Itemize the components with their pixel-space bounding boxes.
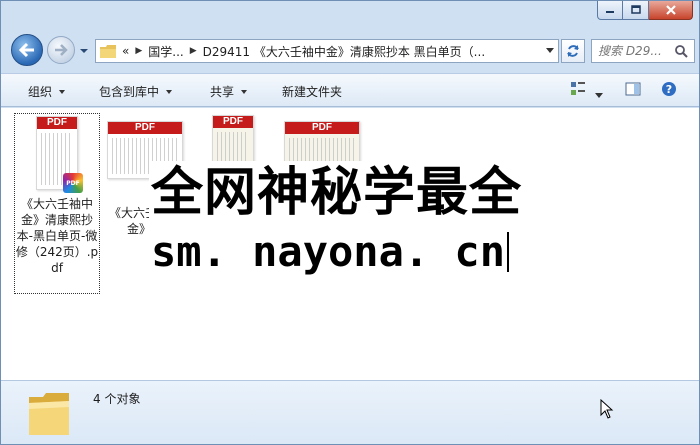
pdf-label: PDF: [213, 116, 253, 128]
breadcrumb-separator-icon[interactable]: ▶: [135, 46, 142, 56]
pdf-thumbnail: PDF PDF: [36, 116, 83, 193]
folder-icon: [100, 44, 116, 58]
dropdown-arrow-icon: [166, 89, 173, 94]
address-dropdown-icon[interactable]: [546, 48, 554, 53]
organize-menu[interactable]: 组织: [28, 83, 66, 100]
refresh-icon: [567, 45, 579, 57]
refresh-button[interactable]: [561, 39, 585, 63]
maximize-icon: [630, 5, 641, 14]
minimize-button[interactable]: [597, 1, 623, 20]
svg-text:?: ?: [666, 83, 672, 96]
new-folder-label: 新建文件夹: [282, 85, 343, 99]
preview-pane-icon: [625, 82, 641, 96]
organize-label: 组织: [28, 85, 53, 99]
forward-arrow-icon: [55, 44, 68, 56]
details-pane: 4 个对象: [1, 380, 699, 444]
maximize-button[interactable]: [623, 1, 649, 20]
folder-icon: [27, 389, 71, 440]
pdf-label: PDF: [285, 122, 359, 134]
search-input[interactable]: [598, 44, 670, 58]
include-in-library-menu[interactable]: 包含到库中: [99, 83, 173, 100]
forward-button[interactable]: [47, 36, 75, 64]
search-icon[interactable]: [674, 44, 688, 58]
item-count: 4 个对象: [93, 392, 141, 406]
caption-buttons: [597, 1, 693, 21]
navigation-row: « ▶ 国学... ▶ D29411 《大六壬袖中金》清康熙抄本 黑白单页（..…: [7, 31, 695, 66]
dropdown-arrow-icon: [59, 89, 66, 94]
watermark-url: sm. nayona. cn: [151, 227, 510, 277]
share-label: 共享: [210, 85, 235, 99]
watermark-url-text: sm. nayona. cn: [151, 227, 506, 276]
breadcrumb-segment-1[interactable]: 国学...: [148, 43, 183, 60]
recent-pages-button[interactable]: [79, 45, 89, 55]
breadcrumb-segment-2[interactable]: D29411 《大六壬袖中金》清康熙抄本 黑白单页（...: [203, 43, 486, 60]
help-icon: ?: [662, 82, 676, 96]
help-button[interactable]: ?: [661, 81, 677, 100]
chevron-down-icon: [595, 93, 603, 98]
new-folder-button[interactable]: 新建文件夹: [282, 83, 342, 100]
dropdown-arrow-icon: [241, 89, 248, 94]
breadcrumb-separator-icon[interactable]: ▶: [190, 46, 197, 56]
view-dropdown-button[interactable]: [595, 88, 603, 102]
chevron-down-icon: [80, 49, 88, 53]
close-icon: [665, 5, 676, 15]
back-button[interactable]: [11, 34, 43, 66]
view-options-icon: [571, 82, 585, 95]
include-in-library-label: 包含到库中: [99, 85, 160, 99]
share-menu[interactable]: 共享: [210, 83, 248, 100]
pdf-label: PDF: [37, 117, 77, 129]
change-view-button[interactable]: [570, 81, 586, 100]
watermark-overlay: 全网神秘学最全 sm. nayona. cn: [149, 161, 554, 283]
minimize-icon: [606, 11, 614, 13]
back-arrow-icon: [18, 42, 34, 58]
search-box[interactable]: [591, 39, 695, 63]
pdf-label: PDF: [108, 122, 182, 134]
file-name: 《大六壬袖中金》清康熙抄本-黑白单页-微修（242页）.pdf: [15, 197, 99, 275]
close-button[interactable]: [649, 1, 693, 20]
breadcrumb-prefix[interactable]: «: [122, 44, 129, 58]
watermark-title: 全网神秘学最全: [151, 163, 523, 223]
explorer-window: « ▶ 国学... ▶ D29411 《大六壬袖中金》清康熙抄本 黑白单页（..…: [0, 0, 700, 445]
command-bar: 组织 包含到库中 共享 新建文件夹 ?: [1, 73, 699, 107]
breadcrumb: « ▶ 国学... ▶ D29411 《大六壬袖中金》清康熙抄本 黑白单页（..…: [122, 43, 485, 60]
mouse-cursor-icon: [600, 398, 614, 422]
file-item[interactable]: PDF PDF 《大六壬袖中金》清康熙抄本-黑白单页-微修（242页）.pdf: [14, 113, 100, 294]
preview-pane-button[interactable]: [625, 81, 641, 100]
address-bar[interactable]: « ▶ 国学... ▶ D29411 《大六壬袖中金》清康熙抄本 黑白单页（..…: [95, 39, 559, 63]
text-caret: [507, 232, 510, 272]
pdf-app-icon: PDF: [63, 173, 83, 193]
